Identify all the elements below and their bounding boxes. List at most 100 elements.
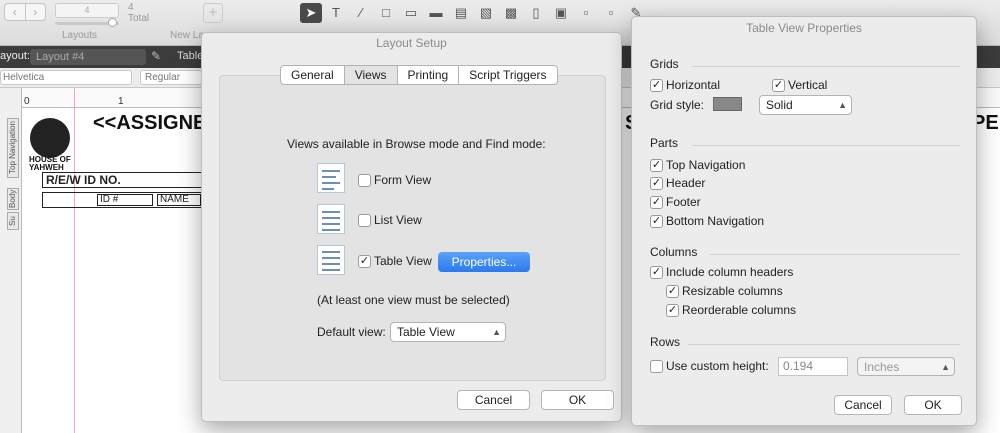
ruler-mark-0: 0 xyxy=(24,96,30,107)
part-label-summary[interactable]: Su xyxy=(7,212,19,230)
tab-control-tool-icon[interactable]: ▧ xyxy=(475,3,497,23)
bottom-navigation-checkbox[interactable]: ✓ xyxy=(650,215,663,228)
house-of-yahweh-logo[interactable] xyxy=(30,118,70,158)
chart-tool-icon[interactable]: ▯ xyxy=(525,3,547,23)
height-unit-value: Inches xyxy=(864,360,900,374)
new-layout-label: New La xyxy=(170,30,204,41)
chevron-left-icon[interactable]: ‹ xyxy=(5,4,26,20)
button-tool-icon[interactable]: ▬ xyxy=(425,3,447,23)
layouts-label: Layouts xyxy=(62,30,98,41)
dialog-title: Layout Setup xyxy=(376,36,447,50)
field-tool-icon[interactable]: ▭ xyxy=(400,3,422,23)
font-select[interactable]: Helvetica xyxy=(0,70,132,85)
selection-note: (At least one view must be selected) xyxy=(317,293,510,307)
rows-heading: Rows xyxy=(650,335,681,349)
columns-heading: Columns xyxy=(650,245,698,259)
rectangle-tool-icon[interactable]: □ xyxy=(375,3,397,23)
vertical-ruler: Top Navigation Body Su xyxy=(0,88,22,433)
part-label-top-navigation[interactable]: Top Navigation xyxy=(7,118,19,178)
chevron-right-icon[interactable]: › xyxy=(26,4,46,20)
top-navigation-label: Top Navigation xyxy=(666,158,746,172)
form-view-icon xyxy=(317,163,345,193)
reorderable-columns-label: Reorderable columns xyxy=(682,303,797,317)
chevron-updown-icon: ▲ xyxy=(941,362,950,372)
custom-height-label: Use custom height: xyxy=(666,359,769,373)
line-tool-icon[interactable]: ∕ xyxy=(350,3,372,23)
record-number-field[interactable]: 4 xyxy=(55,3,119,18)
record-nav-arrows[interactable]: ‹ › xyxy=(4,3,46,21)
horizontal-label: Horizontal xyxy=(666,78,721,92)
portal-tool-icon[interactable]: ▩ xyxy=(500,3,522,23)
part-label-body[interactable]: Body xyxy=(7,188,19,210)
vertical-checkbox[interactable]: ✓ xyxy=(772,79,785,92)
table-label: Table xyxy=(177,50,204,62)
id-field[interactable]: ID # xyxy=(97,194,153,206)
grid-style-select[interactable]: Solid ▲ xyxy=(759,95,852,115)
button-bar-tool-icon[interactable]: ▤ xyxy=(450,3,472,23)
columns-separator xyxy=(710,254,960,255)
cancel-button[interactable]: Cancel xyxy=(457,390,530,410)
list-view-checkbox[interactable] xyxy=(358,214,371,227)
bottom-navigation-label: Bottom Navigation xyxy=(666,214,765,228)
horizontal-checkbox[interactable]: ✓ xyxy=(650,79,663,92)
height-unit-select[interactable]: Inches ▲ xyxy=(857,357,955,376)
body-field-row[interactable]: ID # NAME xyxy=(42,192,202,208)
record-slider-knob[interactable] xyxy=(108,18,117,27)
edit-layout-icon[interactable]: ✎ xyxy=(151,49,161,63)
tab-printing[interactable]: Printing xyxy=(398,66,460,84)
include-column-headers-label: Include column headers xyxy=(666,265,794,279)
layout-select[interactable]: Layout #4 xyxy=(30,49,146,65)
header-checkbox[interactable]: ✓ xyxy=(650,177,663,190)
layout-label: ayout: xyxy=(0,50,30,62)
tab-script-triggers[interactable]: Script Triggers xyxy=(459,66,556,84)
record-count: 4 xyxy=(128,2,134,13)
default-view-label: Default view: xyxy=(317,325,386,339)
chevron-updown-icon: ▲ xyxy=(492,327,501,337)
chevron-updown-icon: ▲ xyxy=(838,100,847,110)
form-view-checkbox[interactable] xyxy=(358,174,371,187)
table-view-icon xyxy=(317,245,345,275)
text-tool-icon[interactable]: T xyxy=(325,3,347,23)
grids-separator xyxy=(692,66,960,67)
dialog-title: Table View Properties xyxy=(746,21,862,35)
grid-color-swatch[interactable] xyxy=(713,97,742,111)
name-field[interactable]: NAME xyxy=(157,194,201,206)
custom-height-checkbox[interactable] xyxy=(650,360,663,373)
footer-checkbox[interactable]: ✓ xyxy=(650,196,663,209)
top-navigation-checkbox[interactable]: ✓ xyxy=(650,159,663,172)
rows-separator xyxy=(688,344,960,345)
reorderable-columns-checkbox[interactable]: ✓ xyxy=(666,304,679,317)
ok-button[interactable]: OK xyxy=(541,390,614,410)
parts-heading: Parts xyxy=(650,136,679,150)
header-field-row[interactable]: R/E/W ID NO. xyxy=(42,172,202,188)
tab-general[interactable]: General xyxy=(281,66,345,84)
popover-button-tool-icon[interactable]: ▫ xyxy=(600,3,622,23)
row-height-input[interactable]: 0.194 xyxy=(778,357,848,376)
parts-separator xyxy=(692,145,960,146)
font-style-select[interactable]: Regular xyxy=(140,70,202,85)
table-view-checkbox[interactable]: ✓ xyxy=(358,255,371,268)
layout-tools: ➤ T ∕ □ ▭ ▬ ▤ ▧ ▩ ▯ ▣ ▫ ▫ ✎ xyxy=(300,3,647,23)
default-view-value: Table View xyxy=(397,325,455,339)
tab-views[interactable]: Views xyxy=(344,66,398,84)
ok-button[interactable]: OK xyxy=(904,395,962,415)
cancel-button[interactable]: Cancel xyxy=(834,395,892,415)
properties-button[interactable]: Properties... xyxy=(438,252,530,272)
record-total-label: Total xyxy=(128,13,150,24)
ruler-mark-1: 1 xyxy=(118,96,124,107)
web-viewer-tool-icon[interactable]: ▣ xyxy=(550,3,572,23)
grids-heading: Grids xyxy=(650,57,679,71)
pointer-tool-icon[interactable]: ➤ xyxy=(300,3,322,23)
views-heading: Views available in Browse mode and Find … xyxy=(287,137,546,151)
table-view-label: Table View xyxy=(374,254,432,268)
guide-line xyxy=(74,88,75,433)
vertical-label: Vertical xyxy=(788,78,828,92)
table-view-properties-dialog: Table View Properties Grids ✓ Horizontal… xyxy=(631,16,977,426)
include-column-headers-checkbox[interactable]: ✓ xyxy=(650,266,663,279)
resizable-columns-checkbox[interactable]: ✓ xyxy=(666,285,679,298)
popover-tool-icon[interactable]: ▫ xyxy=(575,3,597,23)
layout-title-text[interactable]: <<ASSIGNE xyxy=(93,112,206,135)
list-view-label: List View xyxy=(374,213,422,227)
new-layout-button[interactable]: + xyxy=(203,3,223,23)
default-view-select[interactable]: Table View ▲ xyxy=(390,322,506,342)
